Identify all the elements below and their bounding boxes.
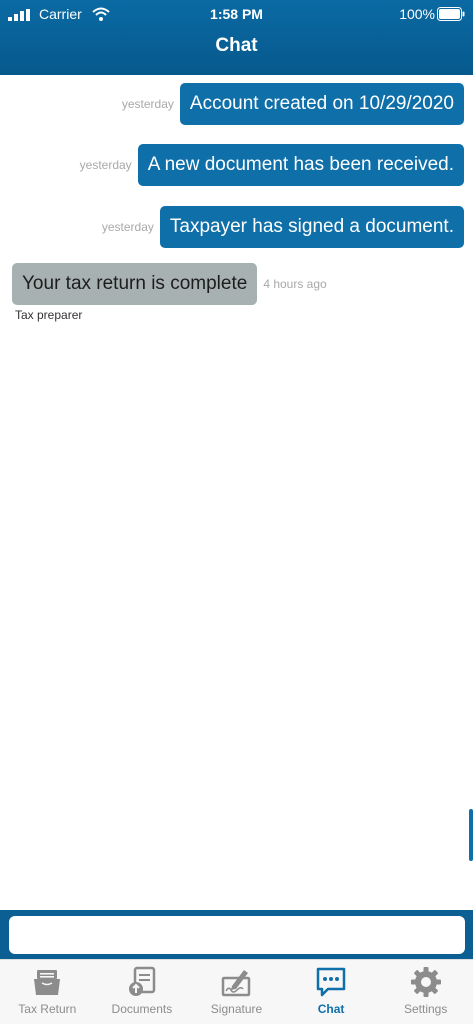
- battery-percentage: 100%: [399, 6, 435, 22]
- message-timestamp: 4 hours ago: [263, 277, 327, 291]
- page-title: Chat: [215, 35, 258, 56]
- tab-label: Settings: [403, 1002, 448, 1016]
- tab-signature[interactable]: Signature: [189, 960, 284, 1024]
- message-input[interactable]: [9, 916, 465, 954]
- app-header: Carrier 1:58 PM 100% Chat: [0, 0, 473, 75]
- gear-icon: [410, 967, 441, 997]
- message-row: Your tax return is complete 4 hours ago: [12, 263, 333, 305]
- message-timestamp: yesterday: [79, 158, 132, 172]
- tab-chat[interactable]: Chat: [284, 960, 379, 1024]
- status-bar: Carrier 1:58 PM 100%: [0, 0, 473, 30]
- tab-settings[interactable]: Settings: [378, 960, 473, 1024]
- tab-tax-return[interactable]: Tax Return: [0, 960, 95, 1024]
- message-row: yesterday A new document has been receiv…: [74, 144, 464, 186]
- tab-label: Documents: [111, 1002, 173, 1016]
- tab-label: Tax Return: [18, 1002, 77, 1016]
- scrollbar[interactable]: [469, 809, 473, 861]
- message-timestamp: yesterday: [101, 220, 154, 234]
- tab-label: Signature: [210, 1002, 263, 1016]
- signature-icon: [222, 970, 251, 997]
- message-timestamp: yesterday: [121, 97, 174, 111]
- chat-bubble-icon: [316, 967, 346, 997]
- outgoing-message-bubble[interactable]: Taxpayer has signed a document.: [159, 206, 464, 248]
- outgoing-message-bubble[interactable]: A new document has been received.: [137, 144, 464, 186]
- battery-icon: [437, 7, 465, 21]
- message-row: yesterday Taxpayer has signed a document…: [96, 206, 464, 248]
- message-compose-bar: [0, 910, 473, 959]
- folder-icon: [34, 970, 61, 995]
- message-sender-name: Tax preparer: [15, 308, 83, 322]
- document-upload-icon: [128, 966, 156, 996]
- tab-label: Chat: [317, 1002, 345, 1016]
- bottom-tab-bar: Tax Return Documents Signature Chat Sett…: [0, 959, 473, 1024]
- message-row: yesterday Account created on 10/29/2020: [116, 83, 464, 125]
- chat-message-list[interactable]: yesterday Account created on 10/29/2020 …: [0, 75, 473, 910]
- tab-documents[interactable]: Documents: [95, 960, 190, 1024]
- incoming-message-bubble[interactable]: Your tax return is complete: [12, 263, 258, 305]
- outgoing-message-bubble[interactable]: Account created on 10/29/2020: [179, 83, 464, 125]
